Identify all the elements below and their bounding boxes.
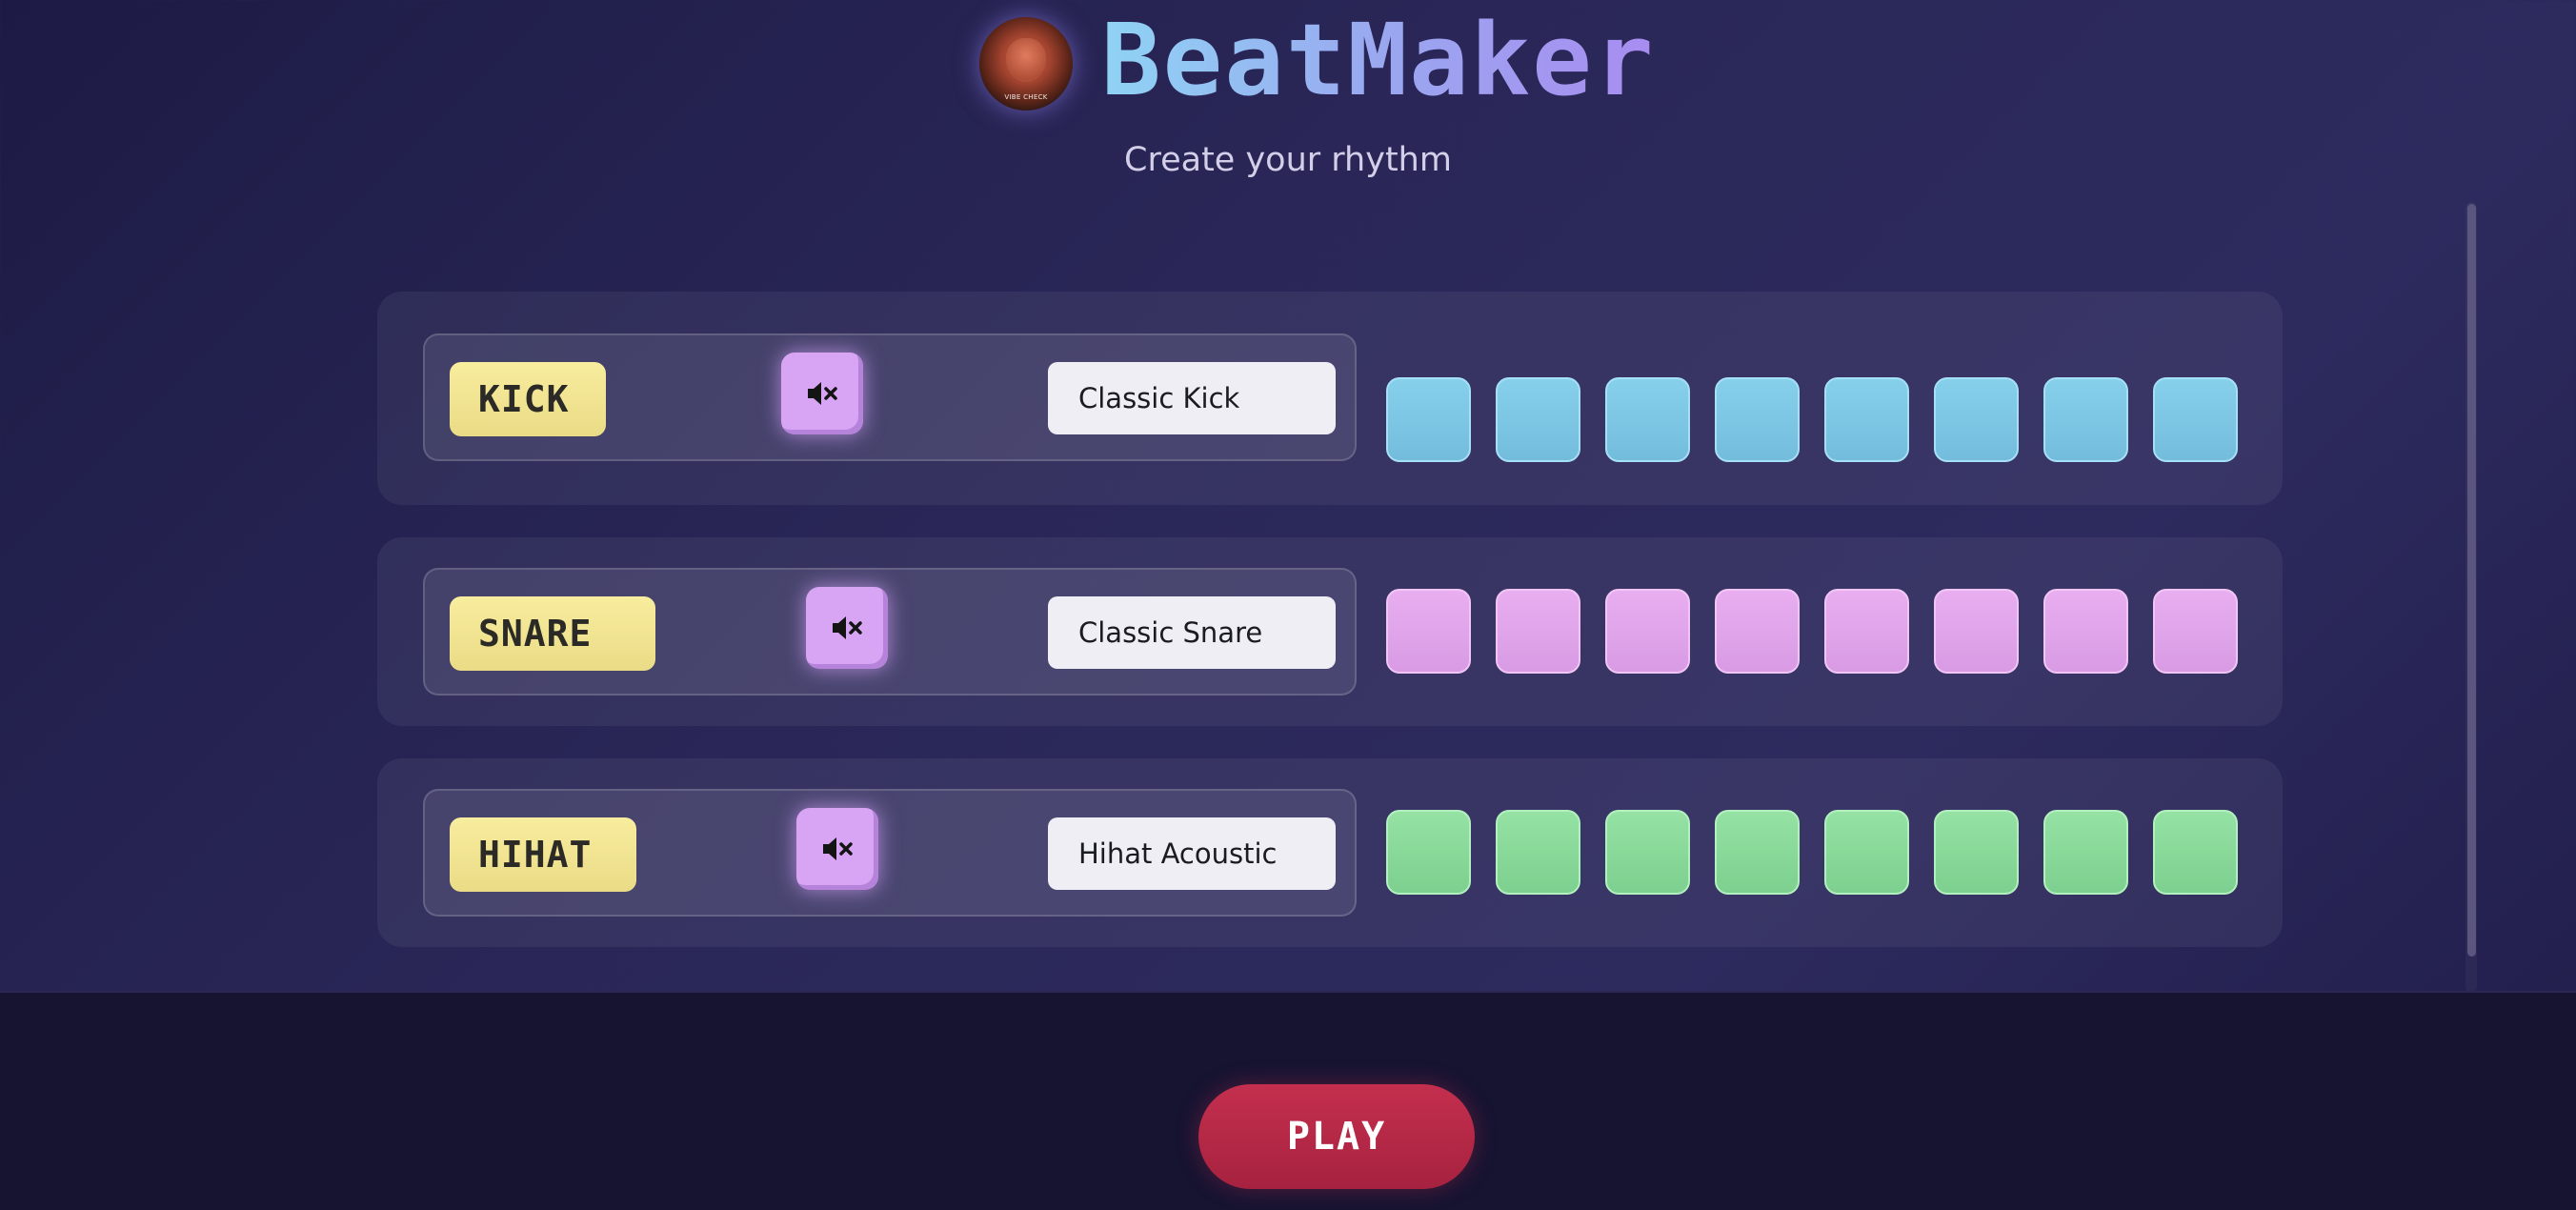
sample-select[interactable]: Hihat Acoustic [1048,817,1336,890]
volume-mute-icon [823,837,853,860]
track-controls: HIHAT Hihat Acoustic [423,789,1357,917]
mute-button[interactable] [781,353,863,434]
volume-mute-icon [833,616,862,639]
mute-button[interactable] [806,587,888,669]
track-label: KICK [450,362,606,436]
track-label: SNARE [450,596,655,671]
step-pad[interactable] [1605,589,1690,674]
step-pad[interactable] [1386,589,1471,674]
track-controls: SNARE Classic Snare [423,568,1357,696]
step-pad[interactable] [1934,589,2019,674]
step-pad[interactable] [1605,810,1690,895]
track-snare: SNARE Classic Snare [377,537,2283,726]
avatar: VIBE CHECK [979,17,1073,111]
track-hihat: HIHAT Hihat Acoustic [377,758,2283,947]
sample-select[interactable]: Classic Snare [1048,596,1336,669]
step-pad[interactable] [1496,377,1580,462]
track-kick: KICK Classic Kick [377,292,2283,505]
volume-mute-icon [808,382,837,405]
step-pad[interactable] [2043,810,2128,895]
sample-select[interactable]: Classic Kick [1048,362,1336,434]
track-controls: KICK Classic Kick [423,333,1357,461]
step-pad[interactable] [2043,377,2128,462]
step-pad[interactable] [1934,810,2019,895]
step-pad[interactable] [1496,810,1580,895]
step-pad[interactable] [2043,589,2128,674]
step-pad[interactable] [2153,377,2238,462]
step-pad[interactable] [1496,589,1580,674]
mute-button[interactable] [796,808,878,890]
step-pad[interactable] [1824,810,1909,895]
avatar-face [1006,38,1046,82]
step-pad[interactable] [1715,377,1800,462]
beatmaker-app: VIBE CHECK BeatMaker Create your rhythm … [0,0,2576,1210]
scrollbar-thumb[interactable] [2467,204,2476,957]
step-pad[interactable] [2153,589,2238,674]
step-pad[interactable] [1386,377,1471,462]
step-pad[interactable] [1605,377,1690,462]
avatar-caption: VIBE CHECK [1004,93,1048,101]
step-pad[interactable] [1386,810,1471,895]
play-button[interactable]: PLAY [1198,1084,1475,1189]
step-pad[interactable] [1715,810,1800,895]
step-pad[interactable] [1824,377,1909,462]
app-title: BeatMaker [1101,2,1656,118]
step-pad[interactable] [1824,589,1909,674]
track-label: HIHAT [450,817,636,892]
app-subtitle: Create your rhythm [1124,141,1452,179]
step-pad[interactable] [1715,589,1800,674]
step-pad[interactable] [1934,377,2019,462]
step-pad[interactable] [2153,810,2238,895]
